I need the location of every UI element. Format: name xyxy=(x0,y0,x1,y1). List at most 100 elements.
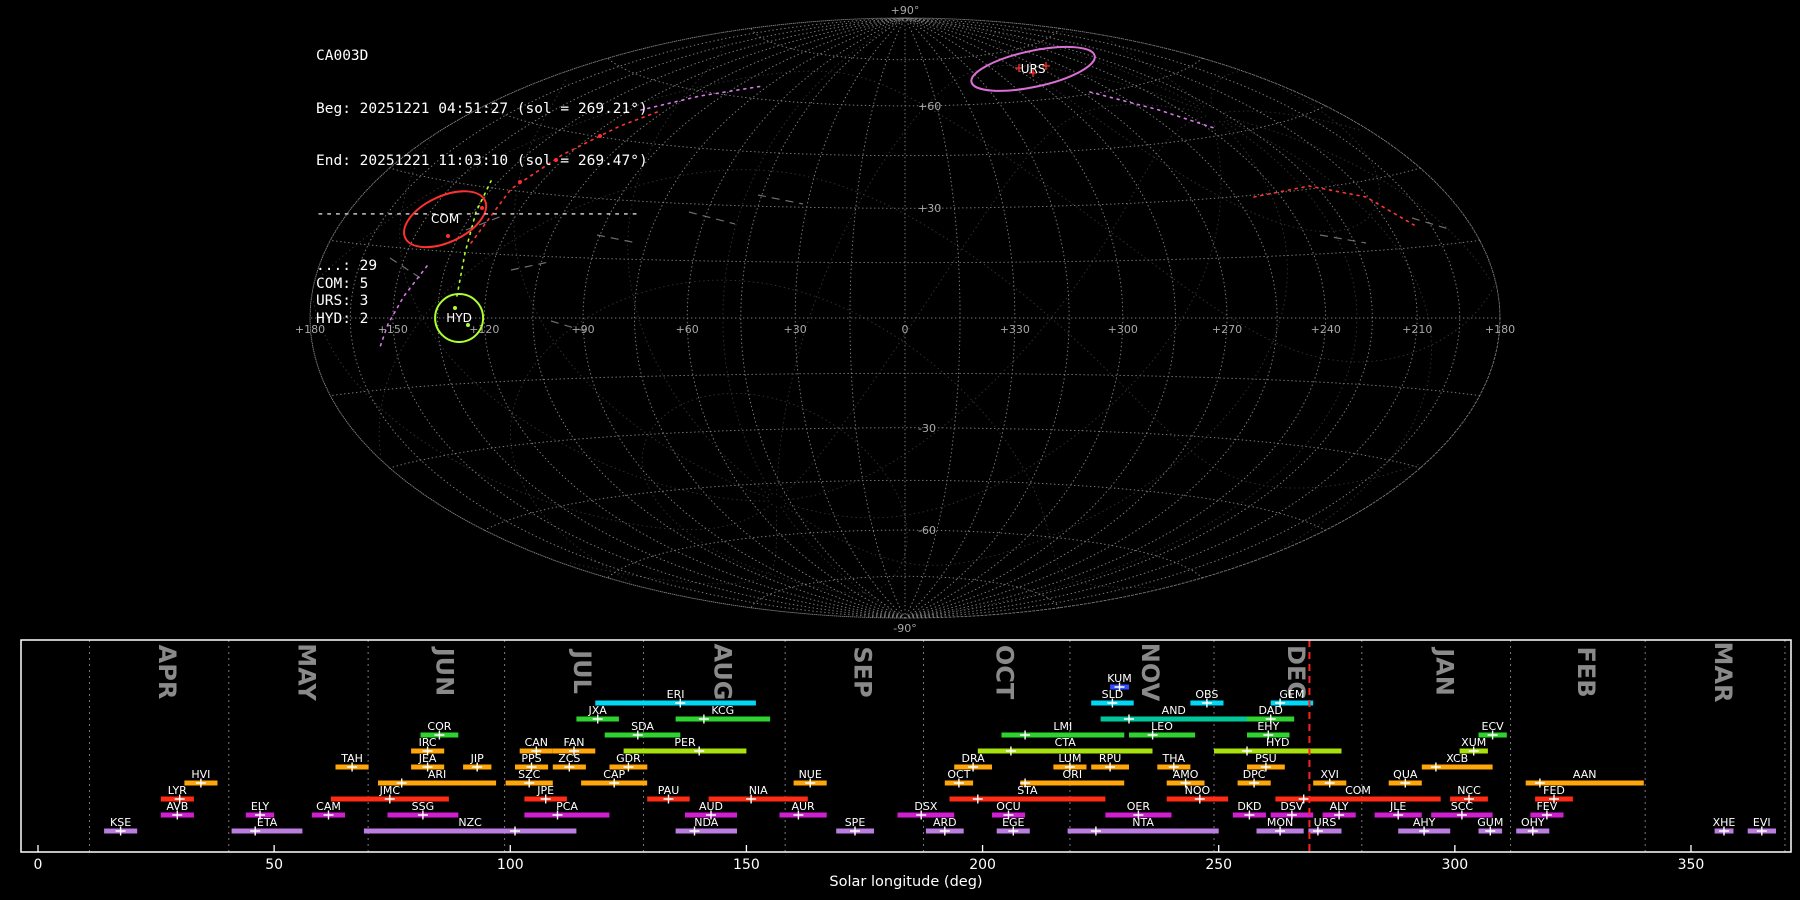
shower-code-label: AAN xyxy=(1573,768,1597,781)
shower-gum: GUM xyxy=(1477,816,1503,836)
shower-noo: NOO xyxy=(1166,784,1229,804)
latitude-label: +30 xyxy=(918,202,941,215)
observation-info-panel: CA003D Beg: 20251221 04:51:27 (sol = 269… xyxy=(316,13,648,346)
month-label-apr: APR xyxy=(153,645,181,700)
count-sporadic: ...: 29 xyxy=(316,258,378,274)
peak-marker xyxy=(1090,826,1101,836)
shower-xvi: XVI xyxy=(1313,768,1347,788)
station-id: CA003D xyxy=(316,48,369,64)
x-tick-label: 300 xyxy=(1441,857,1468,873)
shower-jxa: JXA xyxy=(576,704,619,724)
shower-nda: NDA xyxy=(675,816,737,836)
shower-bar xyxy=(675,828,737,834)
peak-marker xyxy=(1020,730,1031,740)
latitude-label: -30 xyxy=(918,422,936,435)
constellation-segment xyxy=(1319,234,1367,244)
shower-code-label: STA xyxy=(1017,784,1038,797)
peak-marker xyxy=(1430,762,1441,772)
shower-bar xyxy=(1129,732,1196,738)
shower-xhe: XHE xyxy=(1713,816,1735,836)
x-tick-label: 250 xyxy=(1205,857,1232,873)
drift-track xyxy=(640,85,764,111)
month-label-feb: FEB xyxy=(1572,646,1600,697)
shower-hvi: HVI xyxy=(184,768,218,788)
shower-code-label: LEO xyxy=(1151,720,1173,733)
longitude-label: +180 xyxy=(1485,323,1515,336)
shower-bar xyxy=(623,748,747,754)
shower-code-label: NZC xyxy=(458,816,482,829)
month-label-oct: OCT xyxy=(991,645,1019,700)
shower-code-label: LMI xyxy=(1053,720,1072,733)
shower-code-label: PER xyxy=(674,736,696,749)
shower-qua: QUA xyxy=(1388,768,1422,788)
constellation-segment xyxy=(757,194,804,205)
drift-track xyxy=(1089,91,1218,130)
shower-xcb: XCB xyxy=(1421,752,1493,772)
shower-oct: OCT xyxy=(944,768,974,788)
begin-time-line: Beg: 20251221 04:51:27 (sol = 269.21°) xyxy=(316,100,648,117)
shower-cam: CAM xyxy=(311,800,345,820)
shower-jip: JIP xyxy=(463,752,492,772)
shower-ard: ARD xyxy=(925,816,964,836)
shower-bar xyxy=(675,716,771,722)
shower-zcs: ZCS xyxy=(552,752,586,772)
shower-code-label: KCG xyxy=(711,704,734,717)
month-label-mar: MAR xyxy=(1709,641,1737,702)
shower-code-label: COM xyxy=(1345,784,1371,797)
shower-bar xyxy=(1100,716,1247,722)
peak-marker xyxy=(694,746,705,756)
end-time-line: End: 20251221 11:03:10 (sol = 269.47°) xyxy=(316,153,648,169)
month-label-jan: JAN xyxy=(1430,646,1458,696)
longitude-label: +300 xyxy=(1108,323,1138,336)
shower-aur: AUR xyxy=(779,800,827,820)
longitude-label: +240 xyxy=(1311,323,1341,336)
shower-code-label: NOO xyxy=(1185,784,1211,797)
shower-per: PER xyxy=(623,736,747,756)
shower-hyd: HYD xyxy=(1214,736,1342,756)
shower-code-label: GEM xyxy=(1279,688,1304,701)
shower-sld: SLD xyxy=(1091,688,1134,708)
shower-bar xyxy=(231,828,303,834)
x-tick-label: 200 xyxy=(969,857,996,873)
shower-dkd: DKD xyxy=(1232,800,1266,820)
constellation-segment xyxy=(688,211,736,225)
shower-code-label: NDA xyxy=(694,816,719,829)
shower-kcg: KCG xyxy=(675,704,771,724)
shower-rpu: RPU xyxy=(1091,752,1129,772)
shower-pau: PAU xyxy=(647,784,690,804)
longitude-label: +210 xyxy=(1402,323,1432,336)
divider-line: ------------------------------------- xyxy=(316,205,640,222)
count-com: COM: 5 xyxy=(316,275,369,292)
count-hyd: HYD: 2 xyxy=(316,310,369,327)
shower-cap: CAP xyxy=(581,768,648,788)
month-label-sep: SEP xyxy=(849,646,877,697)
latitude-label: -60 xyxy=(918,524,936,537)
shower-code-label: AUR xyxy=(791,800,815,813)
shower-ohy: OHY xyxy=(1516,816,1550,836)
shower-pca: PCA xyxy=(524,800,610,820)
x-tick-label: 350 xyxy=(1678,857,1705,873)
x-axis-title: Solar longitude (deg) xyxy=(829,874,982,890)
shower-code-label: DSX xyxy=(914,800,937,813)
shower-code-label: ERI xyxy=(667,688,685,701)
radiant-label: URS xyxy=(1021,62,1046,76)
shower-code-label: AND xyxy=(1162,704,1186,717)
shower-nzc: NZC xyxy=(363,816,577,836)
north-pole-label: +90° xyxy=(891,4,920,17)
longitude-label: +330 xyxy=(1000,323,1030,336)
shower-code-label: HYD xyxy=(1266,736,1289,749)
shower-bar xyxy=(524,812,610,818)
shower-nta: NTA xyxy=(1067,816,1219,836)
shower-code-label: LYR xyxy=(168,784,187,797)
month-label-jul: JUL xyxy=(568,648,596,694)
shower-code-label: URS xyxy=(1314,816,1337,829)
shower-kse: KSE xyxy=(104,816,138,836)
peak-marker xyxy=(1005,746,1016,756)
shower-bar xyxy=(1214,748,1342,754)
shower-and: AND xyxy=(1100,704,1247,724)
x-tick-label: 100 xyxy=(497,857,524,873)
shower-bar xyxy=(363,828,577,834)
shower-code-label: ETA xyxy=(257,816,278,829)
shower-urs: URS xyxy=(1308,816,1342,836)
peak-marker xyxy=(510,826,520,836)
